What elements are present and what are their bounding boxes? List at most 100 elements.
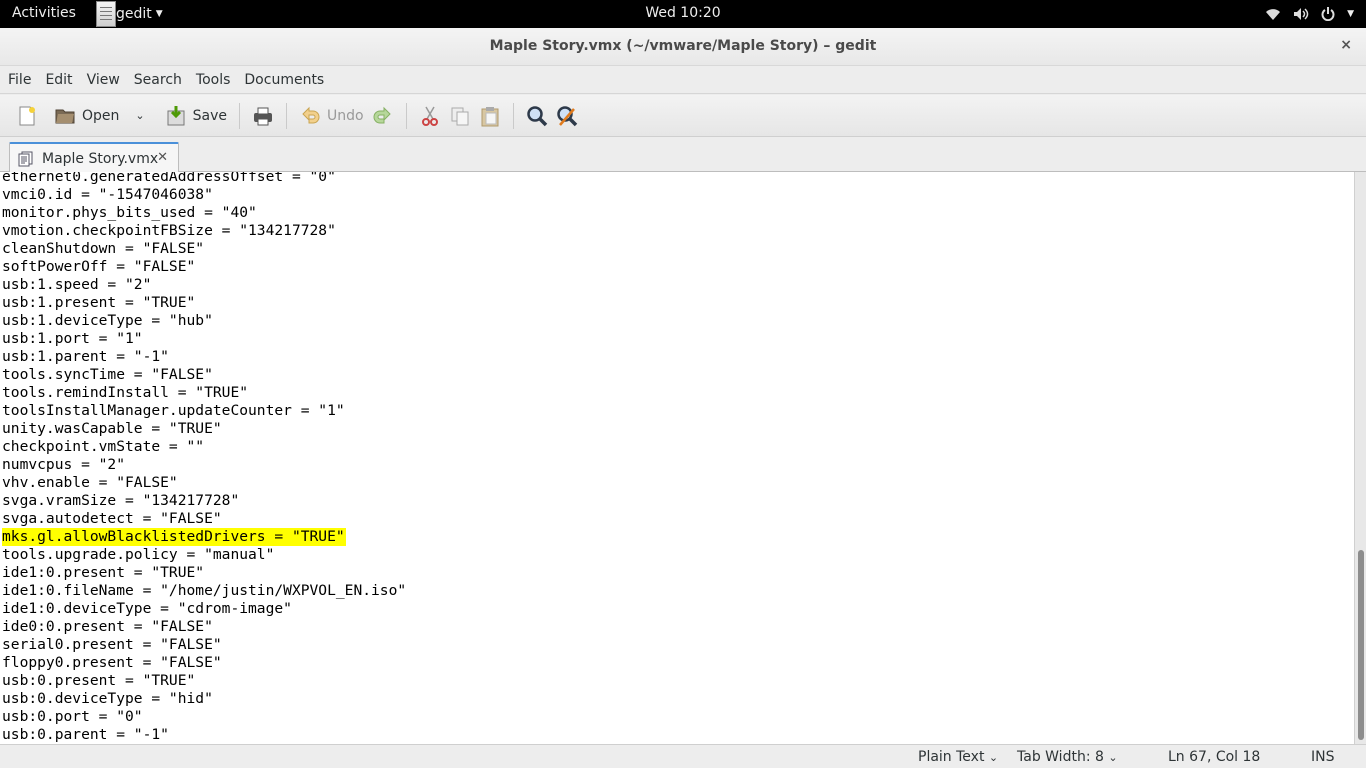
editor-line: tools.upgrade.policy = "manual" xyxy=(2,546,275,563)
editor-line: usb:0.present = "TRUE" xyxy=(2,672,196,689)
copy-button[interactable] xyxy=(445,100,475,132)
window-titlebar: Maple Story.vmx (~/vmware/Maple Story) –… xyxy=(0,28,1366,66)
editor-line: cleanShutdown = "FALSE" xyxy=(2,240,205,257)
open-button-label: Open xyxy=(82,107,120,124)
text-document-icon xyxy=(18,151,34,167)
close-tab-icon[interactable]: ✕ xyxy=(157,150,168,165)
undo-button-label: Undo xyxy=(327,107,364,124)
editor-line: softPowerOff = "FALSE" xyxy=(2,258,196,275)
toolbar-separator xyxy=(286,102,287,129)
find-button[interactable] xyxy=(522,100,552,132)
editor-line: usb:1.present = "TRUE" xyxy=(2,294,196,311)
highlighted-editor-line: mks.gl.allowBlacklistedDrivers = "TRUE" xyxy=(2,528,346,546)
scissors-icon xyxy=(419,105,441,127)
window-title: Maple Story.vmx (~/vmware/Maple Story) –… xyxy=(489,38,877,54)
toolbar-separator xyxy=(239,102,240,129)
menu-file[interactable]: File xyxy=(8,72,45,88)
power-icon xyxy=(1321,7,1335,21)
editor-line: svga.vramSize = "134217728" xyxy=(2,492,240,509)
editor-line: serial0.present = "FALSE" xyxy=(2,636,222,653)
chevron-down-icon: ⌄ xyxy=(988,751,999,764)
open-button[interactable]: Open ⌄ xyxy=(50,100,149,132)
chevron-down-icon: ▼ xyxy=(155,9,163,19)
editor-line: usb:1.parent = "-1" xyxy=(2,348,169,365)
volume-icon xyxy=(1293,7,1309,21)
copy-icon xyxy=(449,105,471,127)
redo-button[interactable] xyxy=(368,100,398,132)
toolbar: Open ⌄ Save Undo xyxy=(0,95,1366,137)
vertical-scrollbar[interactable] xyxy=(1354,172,1366,744)
chevron-down-icon[interactable]: ⌄ xyxy=(135,109,144,122)
clock[interactable]: Wed 10:20 xyxy=(645,5,720,21)
app-menu-label: gedit xyxy=(116,6,152,22)
editor-line: usb:0.port = "0" xyxy=(2,708,143,725)
menu-tools[interactable]: Tools xyxy=(196,72,245,88)
editor-line: usb:1.deviceType = "hub" xyxy=(2,312,213,329)
redo-icon xyxy=(372,105,394,127)
editor-line: usb:0.parent = "-1" xyxy=(2,726,169,743)
folder-open-icon xyxy=(54,105,76,127)
gedit-app-icon xyxy=(96,1,116,27)
menu-search[interactable]: Search xyxy=(134,72,196,88)
close-window-button[interactable]: × xyxy=(1340,37,1352,53)
new-document-icon xyxy=(16,105,38,127)
search-icon xyxy=(526,105,548,127)
document-tab-bar: Maple Story.vmx ✕ xyxy=(0,138,1366,173)
editor-line: toolsInstallManager.updateCounter = "1" xyxy=(2,402,345,419)
undo-icon xyxy=(299,105,321,127)
editor-line: unity.wasCapable = "TRUE" xyxy=(2,420,222,437)
editor-line: tools.remindInstall = "TRUE" xyxy=(2,384,249,401)
toolbar-separator xyxy=(512,102,514,129)
activities-button[interactable]: Activities xyxy=(12,5,76,21)
editor-line: ethernet0.generatedAddressOffset = "0" xyxy=(2,172,336,185)
menu-bar: File Edit View Search Tools Documents xyxy=(0,66,1366,94)
save-icon xyxy=(165,105,187,127)
editor-line: ide1:0.deviceType = "cdrom-image" xyxy=(2,600,292,617)
editor-line: ide1:0.present = "TRUE" xyxy=(2,564,205,581)
top-bar: Activities gedit ▼ Wed 10:20 ▼ xyxy=(0,0,1366,28)
chevron-down-icon: ⌄ xyxy=(1108,751,1118,764)
editor-line: monitor.phys_bits_used = "40" xyxy=(2,204,257,221)
undo-button[interactable]: Undo xyxy=(295,100,368,132)
editor-line: numvcpus = "2" xyxy=(2,456,126,473)
editor-line: vmotion.checkpointFBSize = "134217728" xyxy=(2,222,336,239)
chevron-down-icon: ▼ xyxy=(1347,9,1354,19)
save-button[interactable]: Save xyxy=(161,100,231,132)
editor-line: svga.autodetect = "FALSE" xyxy=(2,510,222,527)
editor-line: vhv.enable = "FALSE" xyxy=(2,474,178,491)
scrollbar-thumb[interactable] xyxy=(1358,550,1364,740)
paste-button[interactable] xyxy=(475,100,505,132)
toolbar-separator xyxy=(405,102,407,129)
editor-line: vmci0.id = "-1547046038" xyxy=(2,186,213,203)
tab-maple-story-vmx[interactable]: Maple Story.vmx ✕ xyxy=(9,142,179,173)
cut-button[interactable] xyxy=(415,100,445,132)
app-menu[interactable]: gedit ▼ xyxy=(96,0,163,28)
editor-line: ide0:0.present = "FALSE" xyxy=(2,618,213,635)
language-selector[interactable]: Plain Text ⌄ xyxy=(918,749,998,765)
print-button[interactable] xyxy=(248,100,278,132)
editor-lines: ethernet0.generatedAddressOffset = "0" v… xyxy=(2,172,406,744)
editor-line: ide1:0.fileName = "/home/justin/WXPVOL_E… xyxy=(2,582,407,599)
editor-line: usb:1.speed = "2" xyxy=(2,276,152,293)
tab-width-selector[interactable]: Tab Width: 8 ⌄ xyxy=(1017,749,1118,765)
find-replace-icon xyxy=(556,105,578,127)
text-editor[interactable]: ethernet0.generatedAddressOffset = "0" v… xyxy=(0,172,1354,744)
menu-edit[interactable]: Edit xyxy=(45,72,86,88)
find-replace-button[interactable] xyxy=(552,100,582,132)
paste-icon xyxy=(479,105,501,127)
language-label: Plain Text xyxy=(918,749,985,765)
editor-line: checkpoint.vmState = "" xyxy=(2,438,205,455)
tab-label: Maple Story.vmx xyxy=(42,150,159,167)
menu-view[interactable]: View xyxy=(87,72,134,88)
status-bar: Plain Text ⌄ Tab Width: 8 ⌄ Ln 67, Col 1… xyxy=(0,744,1366,768)
new-document-button[interactable] xyxy=(12,100,42,132)
menu-documents[interactable]: Documents xyxy=(244,72,338,88)
system-status-area[interactable]: ▼ xyxy=(1265,0,1354,28)
editor-line: usb:1.port = "1" xyxy=(2,330,143,347)
editor-line: usb:0.deviceType = "hid" xyxy=(2,690,213,707)
wifi-icon xyxy=(1265,7,1281,21)
printer-icon xyxy=(252,105,274,127)
editor-line: floppy0.present = "FALSE" xyxy=(2,654,222,671)
insert-mode-indicator: INS xyxy=(1311,749,1335,765)
tab-width-label: Tab Width: 8 xyxy=(1017,749,1104,765)
